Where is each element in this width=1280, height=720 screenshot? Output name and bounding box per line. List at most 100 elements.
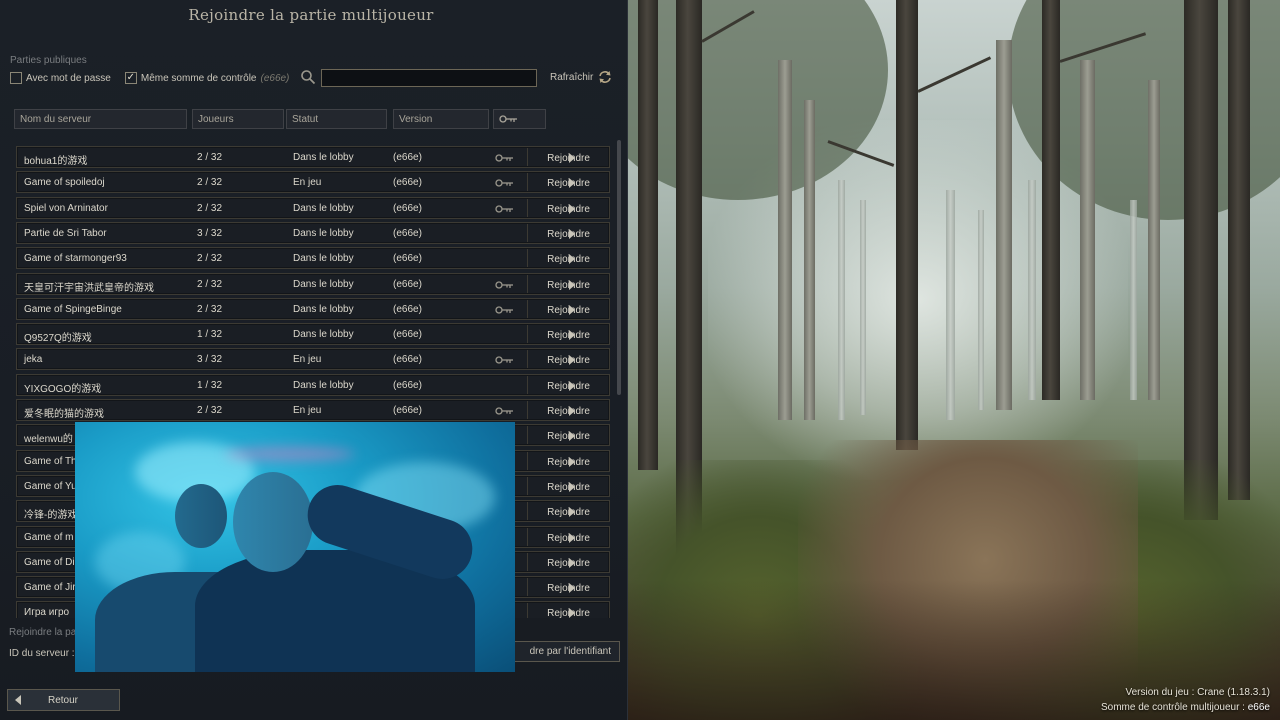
tree-trunk xyxy=(1080,60,1095,400)
join-by-id-section-label: Rejoindre la pa xyxy=(9,627,77,638)
server-row[interactable]: bohua1的游戏 2 / 32 Dans le lobby (e66e) Rejoin… xyxy=(16,146,610,168)
server-row[interactable]: Q9527Q的游戏 1 / 32 Dans le lobby (e66e) Rejoin… xyxy=(16,323,610,346)
server-status: En jeu xyxy=(293,405,322,416)
server-row[interactable]: YIXGOGO的游戏 1 / 32 Dans le lobby (e66e) Rejoi… xyxy=(16,373,610,396)
server-row[interactable]: Game of starmonger93 2 / 32 Dans le lobby (… xyxy=(16,247,610,270)
password-filter[interactable]: Avec mot de passe xyxy=(10,72,111,84)
server-status: Dans le lobby xyxy=(293,152,354,163)
join-button[interactable]: Rejoindre xyxy=(527,603,609,618)
server-version: (e66e) xyxy=(393,227,422,239)
multiplayer-checksum: Somme de contrôle multijoueur : e66e xyxy=(1101,702,1270,713)
join-button[interactable]: Rejoindre xyxy=(527,350,609,369)
tree-trunk xyxy=(860,200,866,415)
search-icon[interactable] xyxy=(300,69,316,85)
tree-trunk xyxy=(778,60,792,420)
checksum-filter[interactable]: ✓ Même somme de contrôle (e66e) xyxy=(124,72,289,84)
server-name: Game of starmonger93 xyxy=(24,253,127,265)
server-status: Dans le lobby xyxy=(293,202,354,214)
game-version: Version du jeu : Crane (1.18.3.1) xyxy=(1125,687,1270,698)
server-row[interactable]: 天皇可汗宇宙洪武皇帝的游戏 2 / 32 Dans le lobby (e66e) Re… xyxy=(16,272,610,295)
refresh-label: Rafraîchir xyxy=(550,71,594,83)
join-by-id-button[interactable]: dre par l'identifiant xyxy=(505,641,620,662)
join-button[interactable]: Rejoindre xyxy=(527,223,609,242)
key-icon xyxy=(495,280,515,292)
join-button[interactable]: Rejoindre xyxy=(527,375,609,394)
server-players: 2 / 32 xyxy=(197,202,223,214)
header-password[interactable] xyxy=(493,109,546,129)
tree-trunk xyxy=(838,180,845,420)
server-name: 爱冬眠的猫的游戏 xyxy=(24,409,104,420)
server-version: (e66e) xyxy=(393,278,422,290)
checksum-checkbox[interactable]: ✓ xyxy=(124,72,137,84)
server-name: Игра игро xyxy=(24,607,70,618)
join-button[interactable]: Rejoindre xyxy=(527,274,609,293)
join-button[interactable]: Rejoindre xyxy=(527,148,609,166)
key-icon xyxy=(495,306,515,317)
checksum-filter-label: Même somme de contrôle xyxy=(140,72,257,84)
server-version: (e66e) xyxy=(393,177,422,189)
play-arrow-icon xyxy=(569,507,575,518)
server-players: 2 / 32 xyxy=(197,303,223,315)
join-button[interactable]: Rejoindre xyxy=(527,476,609,495)
join-button[interactable]: Rejoindre xyxy=(527,451,609,470)
server-name: YIXGOGO的游戏 xyxy=(24,383,102,395)
server-players: 2 / 32 xyxy=(197,177,223,189)
video-figure xyxy=(175,484,227,548)
server-version: (e66e) xyxy=(393,329,422,341)
play-arrow-icon xyxy=(569,203,575,214)
join-button[interactable]: Rejoindre xyxy=(527,299,609,318)
join-button[interactable]: Rejoindre xyxy=(527,325,609,344)
join-button[interactable]: Rejoindre xyxy=(527,401,609,419)
tree-trunk xyxy=(896,0,918,450)
scrollbar[interactable] xyxy=(617,140,621,395)
video-overlay[interactable] xyxy=(75,422,515,672)
server-row[interactable]: Partie de Sri Tabor 3 / 32 Dans le lobby (e… xyxy=(16,221,610,244)
server-name: Game of Yu xyxy=(24,480,77,492)
server-players: 1 / 32 xyxy=(197,379,223,391)
server-status: Dans le lobby xyxy=(293,253,354,265)
server-status: Dans le lobby xyxy=(293,303,354,315)
server-status: Dans le lobby xyxy=(293,278,354,290)
header-version[interactable]: Version xyxy=(393,109,489,129)
tree-branch xyxy=(917,56,992,93)
server-row[interactable]: 爱冬眠的猫的游戏 2 / 32 En jeu (e66e) Rejoindre xyxy=(16,399,610,421)
join-button[interactable]: Rejoindre xyxy=(527,578,609,597)
search-input[interactable] xyxy=(321,69,537,87)
join-button[interactable]: Rejoindre xyxy=(527,198,609,217)
server-players: 3 / 32 xyxy=(197,354,223,366)
server-row[interactable]: jeka 3 / 32 En jeu (e66e) Rejoindre xyxy=(16,348,610,371)
play-arrow-icon xyxy=(569,583,575,594)
play-arrow-icon xyxy=(569,330,575,341)
server-status: Dans le lobby xyxy=(293,227,354,239)
header-server-name[interactable]: Nom du serveur xyxy=(14,109,187,129)
server-name: jeka xyxy=(24,354,43,366)
join-button[interactable]: Rejoindre xyxy=(527,552,609,571)
video-light xyxy=(225,447,355,461)
play-arrow-icon xyxy=(569,431,575,442)
server-version: (e66e) xyxy=(393,354,422,366)
tree-trunk xyxy=(1184,0,1218,520)
header-players[interactable]: Joueurs xyxy=(192,109,284,129)
server-name: Partie de Sri Tabor xyxy=(24,227,107,239)
server-name: Game of m xyxy=(24,531,74,543)
key-icon xyxy=(495,179,515,190)
join-button[interactable]: Rejoindre xyxy=(527,502,609,521)
server-row[interactable]: Game of SpingeBinge 2 / 32 Dans le lobby (e… xyxy=(16,297,610,320)
header-status[interactable]: Statut xyxy=(286,109,387,129)
server-name: Spiel von Arninator xyxy=(24,202,108,214)
refresh-button[interactable]: Rafraîchir xyxy=(550,70,613,84)
server-status: En jeu xyxy=(293,354,322,366)
server-row[interactable]: Game of spoiledoj 2 / 32 En jeu (e66e) Rejoi… xyxy=(16,171,610,194)
join-button[interactable]: Rejoindre xyxy=(527,426,609,445)
password-checkbox[interactable] xyxy=(10,72,22,84)
play-arrow-icon xyxy=(569,304,575,315)
back-button[interactable]: Retour xyxy=(7,689,120,711)
tree-trunk xyxy=(804,100,815,420)
join-button[interactable]: Rejoindre xyxy=(527,527,609,546)
refresh-icon xyxy=(599,71,612,83)
join-button[interactable]: Rejoindre xyxy=(527,173,609,192)
tree-trunk xyxy=(1228,0,1250,500)
server-row[interactable]: Spiel von Arninator 2 / 32 Dans le lobby (e… xyxy=(16,196,610,219)
join-button[interactable]: Rejoindre xyxy=(527,249,609,268)
tree-trunk xyxy=(1148,80,1160,400)
